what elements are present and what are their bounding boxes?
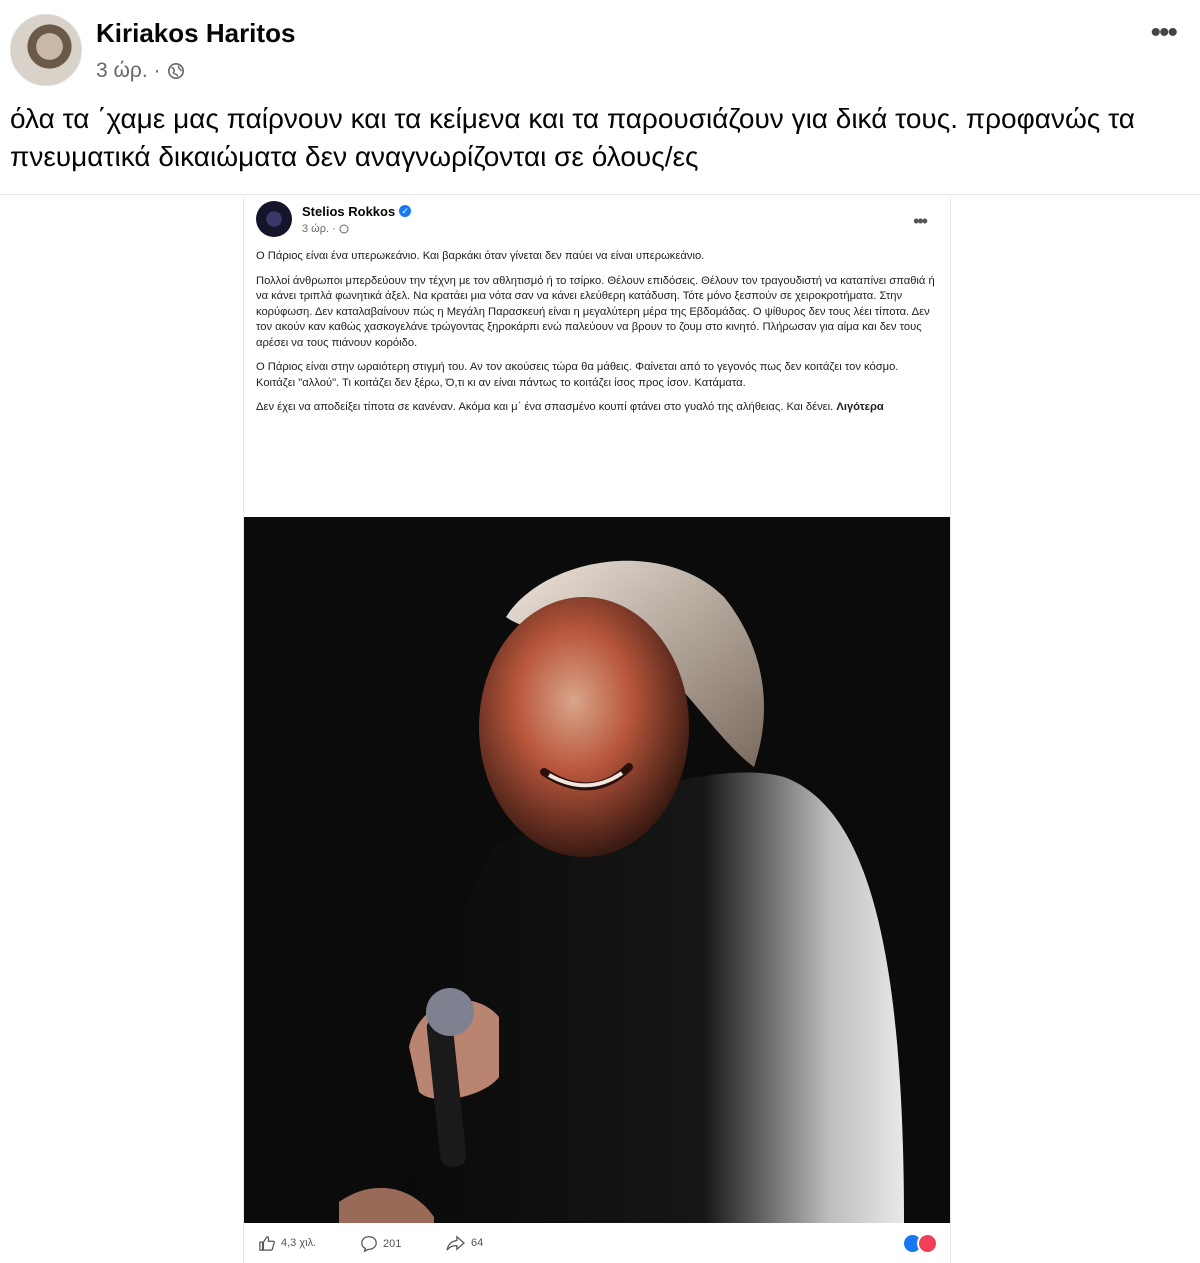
outer-post-header: Kiriakos Haritos 3 ώρ. · (10, 14, 295, 86)
post-time[interactable]: 3 ώρ. · (96, 59, 161, 83)
shared-time-row: 3 ώρ. · (302, 223, 411, 235)
post-time-row: 3 ώρ. · (96, 59, 295, 83)
see-less-link: Λιγότερα (836, 401, 884, 413)
post-text: όλα τα ΄χαμε μας παίρνουν και τα κείμενα… (10, 103, 1135, 172)
verified-icon: ✓ (399, 205, 412, 217)
like-stat: 4,3 χιλ. (258, 1235, 316, 1251)
post-photo (244, 517, 950, 1223)
share-icon (446, 1235, 465, 1251)
shared-post-header: Stelios Rokkos ✓ 3 ώρ. · (256, 201, 412, 237)
avatar (256, 201, 292, 237)
divider (0, 194, 1200, 195)
reaction-bar: 4,3 χιλ. 201 64 (258, 1233, 938, 1255)
paragraph: Ο Πάριος είναι ένα υπερωκεάνιο. Και βαρκ… (256, 250, 705, 262)
share-count: 64 (471, 1237, 484, 1249)
paragraph: Ο Πάριος είναι στην ωραιότερη στιγμή του… (256, 361, 899, 389)
shared-author-row: Stelios Rokkos ✓ (302, 203, 412, 219)
globe-icon (339, 224, 349, 233)
avatar[interactable] (10, 14, 82, 86)
shared-post-text: Ο Πάριος είναι ένα υπερωκεάνιο. Και βαρκ… (256, 249, 938, 425)
comment-icon (361, 1236, 377, 1253)
shared-post-meta: Stelios Rokkos ✓ 3 ώρ. · (302, 203, 412, 235)
more-options-icon[interactable]: ••• (1150, 18, 1177, 48)
comment-count: 201 (383, 1238, 402, 1250)
love-reaction-icon (917, 1233, 938, 1254)
outer-post-meta: Kiriakos Haritos 3 ώρ. · (96, 18, 295, 83)
paragraph: Πολλοί άνθρωποι μπερδεύουν την τέχνη με … (256, 274, 935, 349)
paragraph-text: Δεν έχει να αποδείξει τίποτα σε κανέναν.… (256, 401, 834, 413)
shared-post-screenshot: Stelios Rokkos ✓ 3 ώρ. · ••• Ο Πάριος εί… (243, 197, 951, 1263)
singer-photo (244, 517, 950, 1223)
reaction-icons (902, 1233, 938, 1254)
shared-author-name: Stelios Rokkos (302, 203, 396, 219)
like-count: 4,3 χιλ. (281, 1237, 317, 1249)
like-icon (259, 1236, 275, 1251)
more-icon: ••• (913, 211, 928, 231)
paragraph: Δεν έχει να αποδείξει τίποτα σε κανέναν.… (256, 400, 938, 416)
comment-stat: 201 (360, 1235, 401, 1253)
shared-post-time: 3 ώρ. · (302, 222, 336, 235)
author-name[interactable]: Kiriakos Haritos (96, 18, 295, 49)
share-stat: 64 (446, 1235, 483, 1251)
globe-icon (167, 62, 184, 80)
